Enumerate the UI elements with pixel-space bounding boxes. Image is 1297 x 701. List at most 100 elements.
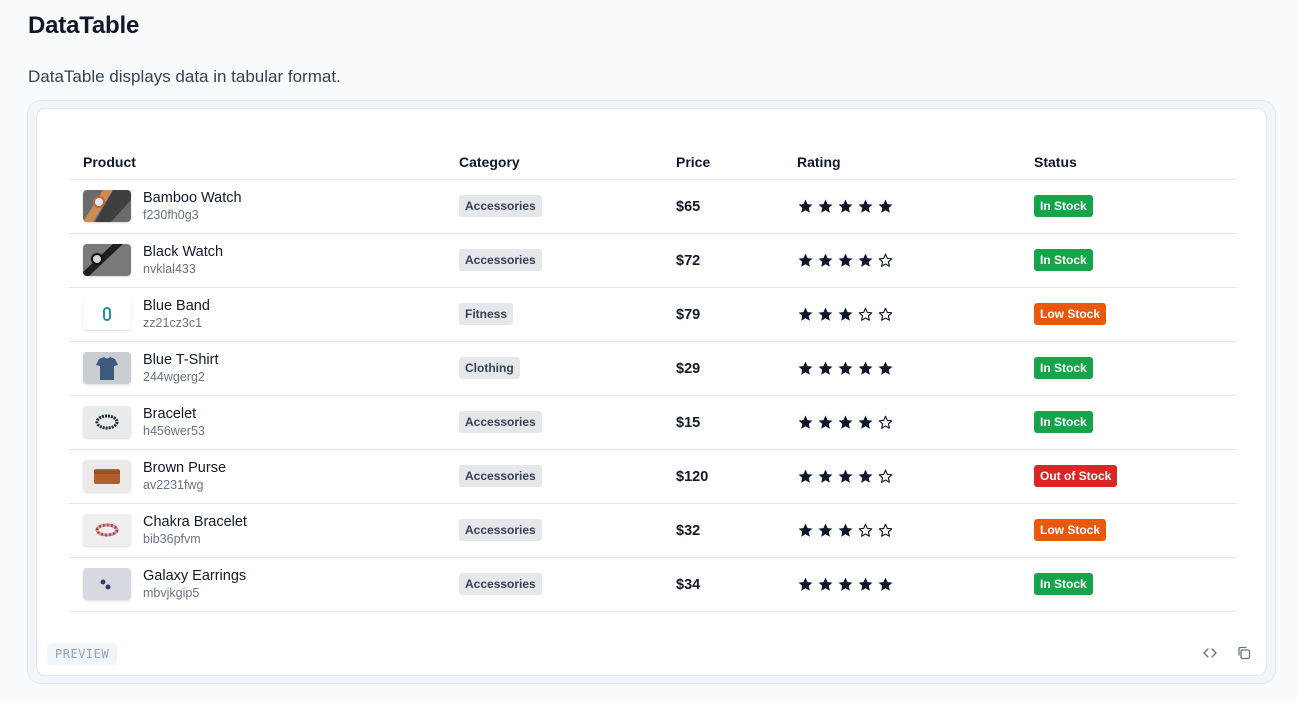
price-value: $65: [676, 198, 701, 215]
product-name: Chakra Bracelet: [143, 514, 247, 530]
cell-product: Blue Band zz21cz3c1: [69, 287, 445, 342]
star-filled-icon: [818, 361, 833, 375]
cell-rating: [783, 557, 1020, 612]
rating-stars: [797, 252, 1006, 269]
cell-product: Bracelet h456wer53: [69, 395, 445, 450]
category-tag: Fitness: [459, 303, 514, 325]
product-code: zz21cz3c1: [143, 316, 203, 330]
star-filled-icon: [858, 577, 873, 591]
star-filled-icon: [878, 577, 893, 591]
data-table: Product Category Price Rating Status Bam…: [69, 145, 1237, 612]
status-badge: In Stock: [1034, 573, 1093, 595]
cell-status: In Stock: [1020, 557, 1237, 612]
price-value: $15: [676, 414, 701, 431]
star-filled-icon: [838, 361, 853, 375]
star-filled-icon: [858, 415, 873, 429]
cell-rating: [783, 287, 1020, 342]
category-tag: Accessories: [459, 519, 542, 541]
page-title: DataTable: [28, 12, 140, 39]
cell-status: In Stock: [1020, 341, 1237, 396]
table-row[interactable]: Blue T-Shirt 244wgerg2 Clothing $29 In S…: [69, 341, 1237, 396]
cell-status: Low Stock: [1020, 503, 1237, 558]
product-code: f230fh0g3: [143, 208, 199, 222]
star-filled-icon: [878, 361, 893, 375]
cell-price: $29: [662, 341, 783, 396]
preview-tab[interactable]: PREVIEW: [47, 643, 118, 665]
status-badge: In Stock: [1034, 249, 1093, 271]
category-tag: Accessories: [459, 465, 542, 487]
price-value: $34: [676, 576, 701, 593]
cell-rating: [783, 503, 1020, 558]
product-code: bib36pfvm: [143, 532, 201, 546]
cell-status: In Stock: [1020, 395, 1237, 450]
product-thumbnail: [83, 190, 131, 222]
category-tag: Accessories: [459, 249, 542, 271]
product-thumbnail: [83, 352, 131, 384]
category-tag: Accessories: [459, 195, 542, 217]
star-empty-icon: [878, 469, 893, 483]
cell-price: $34: [662, 557, 783, 612]
cell-category: Accessories: [445, 449, 662, 504]
cell-price: $72: [662, 233, 783, 288]
star-empty-icon: [878, 523, 893, 537]
product-code: h456wer53: [143, 424, 205, 438]
rating-stars: [797, 576, 1006, 593]
table-row[interactable]: Chakra Bracelet bib36pfvm Accessories $3…: [69, 503, 1237, 558]
cell-rating: [783, 341, 1020, 396]
table-header-row: Product Category Price Rating Status: [69, 145, 1237, 180]
category-tag: Accessories: [459, 573, 542, 595]
cell-category: Fitness: [445, 287, 662, 342]
table-row[interactable]: Brown Purse av2231fwg Accessories $120 O…: [69, 449, 1237, 504]
cell-status: Low Stock: [1020, 287, 1237, 342]
star-filled-icon: [838, 577, 853, 591]
cell-price: $79: [662, 287, 783, 342]
product-name: Black Watch: [143, 244, 224, 260]
cell-product: Bamboo Watch f230fh0g3: [69, 179, 445, 234]
rating-stars: [797, 360, 1006, 377]
product-code: mbvjkgip5: [143, 586, 200, 600]
cell-price: $120: [662, 449, 783, 504]
cell-rating: [783, 395, 1020, 450]
table-row[interactable]: Bracelet h456wer53 Accessories $15 In St…: [69, 395, 1237, 450]
cell-product: Chakra Bracelet bib36pfvm: [69, 503, 445, 558]
product-name: Bracelet: [143, 406, 197, 422]
product-name: Bamboo Watch: [143, 190, 242, 206]
column-header-price: Price: [662, 145, 783, 180]
page-description: DataTable displays data in tabular forma…: [28, 67, 341, 86]
cell-category: Accessories: [445, 503, 662, 558]
table-row[interactable]: Bamboo Watch f230fh0g3 Accessories $65 I…: [69, 179, 1237, 234]
column-header-rating: Rating: [783, 145, 1020, 180]
product-code: nvklal433: [143, 262, 196, 276]
rating-stars: [797, 522, 1006, 539]
cell-price: $32: [662, 503, 783, 558]
product-thumbnail: [83, 406, 131, 438]
cell-status: Out of Stock: [1020, 449, 1237, 504]
code-icon[interactable]: [1200, 643, 1220, 663]
table-row[interactable]: Blue Band zz21cz3c1 Fitness $79 Low Stoc…: [69, 287, 1237, 342]
preview-panel: Product Category Price Rating Status Bam…: [36, 108, 1267, 676]
table-row[interactable]: Black Watch nvklal433 Accessories $72 In…: [69, 233, 1237, 288]
product-name: Blue Band: [143, 298, 210, 314]
star-filled-icon: [798, 523, 813, 537]
cell-category: Accessories: [445, 557, 662, 612]
star-filled-icon: [798, 307, 813, 321]
product-name: Galaxy Earrings: [143, 568, 247, 584]
product-thumbnail: [83, 568, 131, 600]
star-filled-icon: [838, 469, 853, 483]
status-badge: Low Stock: [1034, 519, 1107, 541]
star-filled-icon: [858, 361, 873, 375]
star-empty-icon: [858, 307, 873, 321]
product-thumbnail: [83, 244, 131, 276]
table-row[interactable]: Galaxy Earrings mbvjkgip5 Accessories $3…: [69, 557, 1237, 612]
star-filled-icon: [838, 199, 853, 213]
copy-icon[interactable]: [1234, 643, 1254, 663]
star-filled-icon: [858, 253, 873, 267]
rating-stars: [797, 306, 1006, 323]
status-badge: Out of Stock: [1034, 465, 1118, 487]
product-name: Blue T-Shirt: [143, 352, 219, 368]
star-filled-icon: [818, 469, 833, 483]
star-filled-icon: [838, 415, 853, 429]
star-filled-icon: [878, 199, 893, 213]
cell-category: Accessories: [445, 233, 662, 288]
price-value: $72: [676, 252, 701, 269]
